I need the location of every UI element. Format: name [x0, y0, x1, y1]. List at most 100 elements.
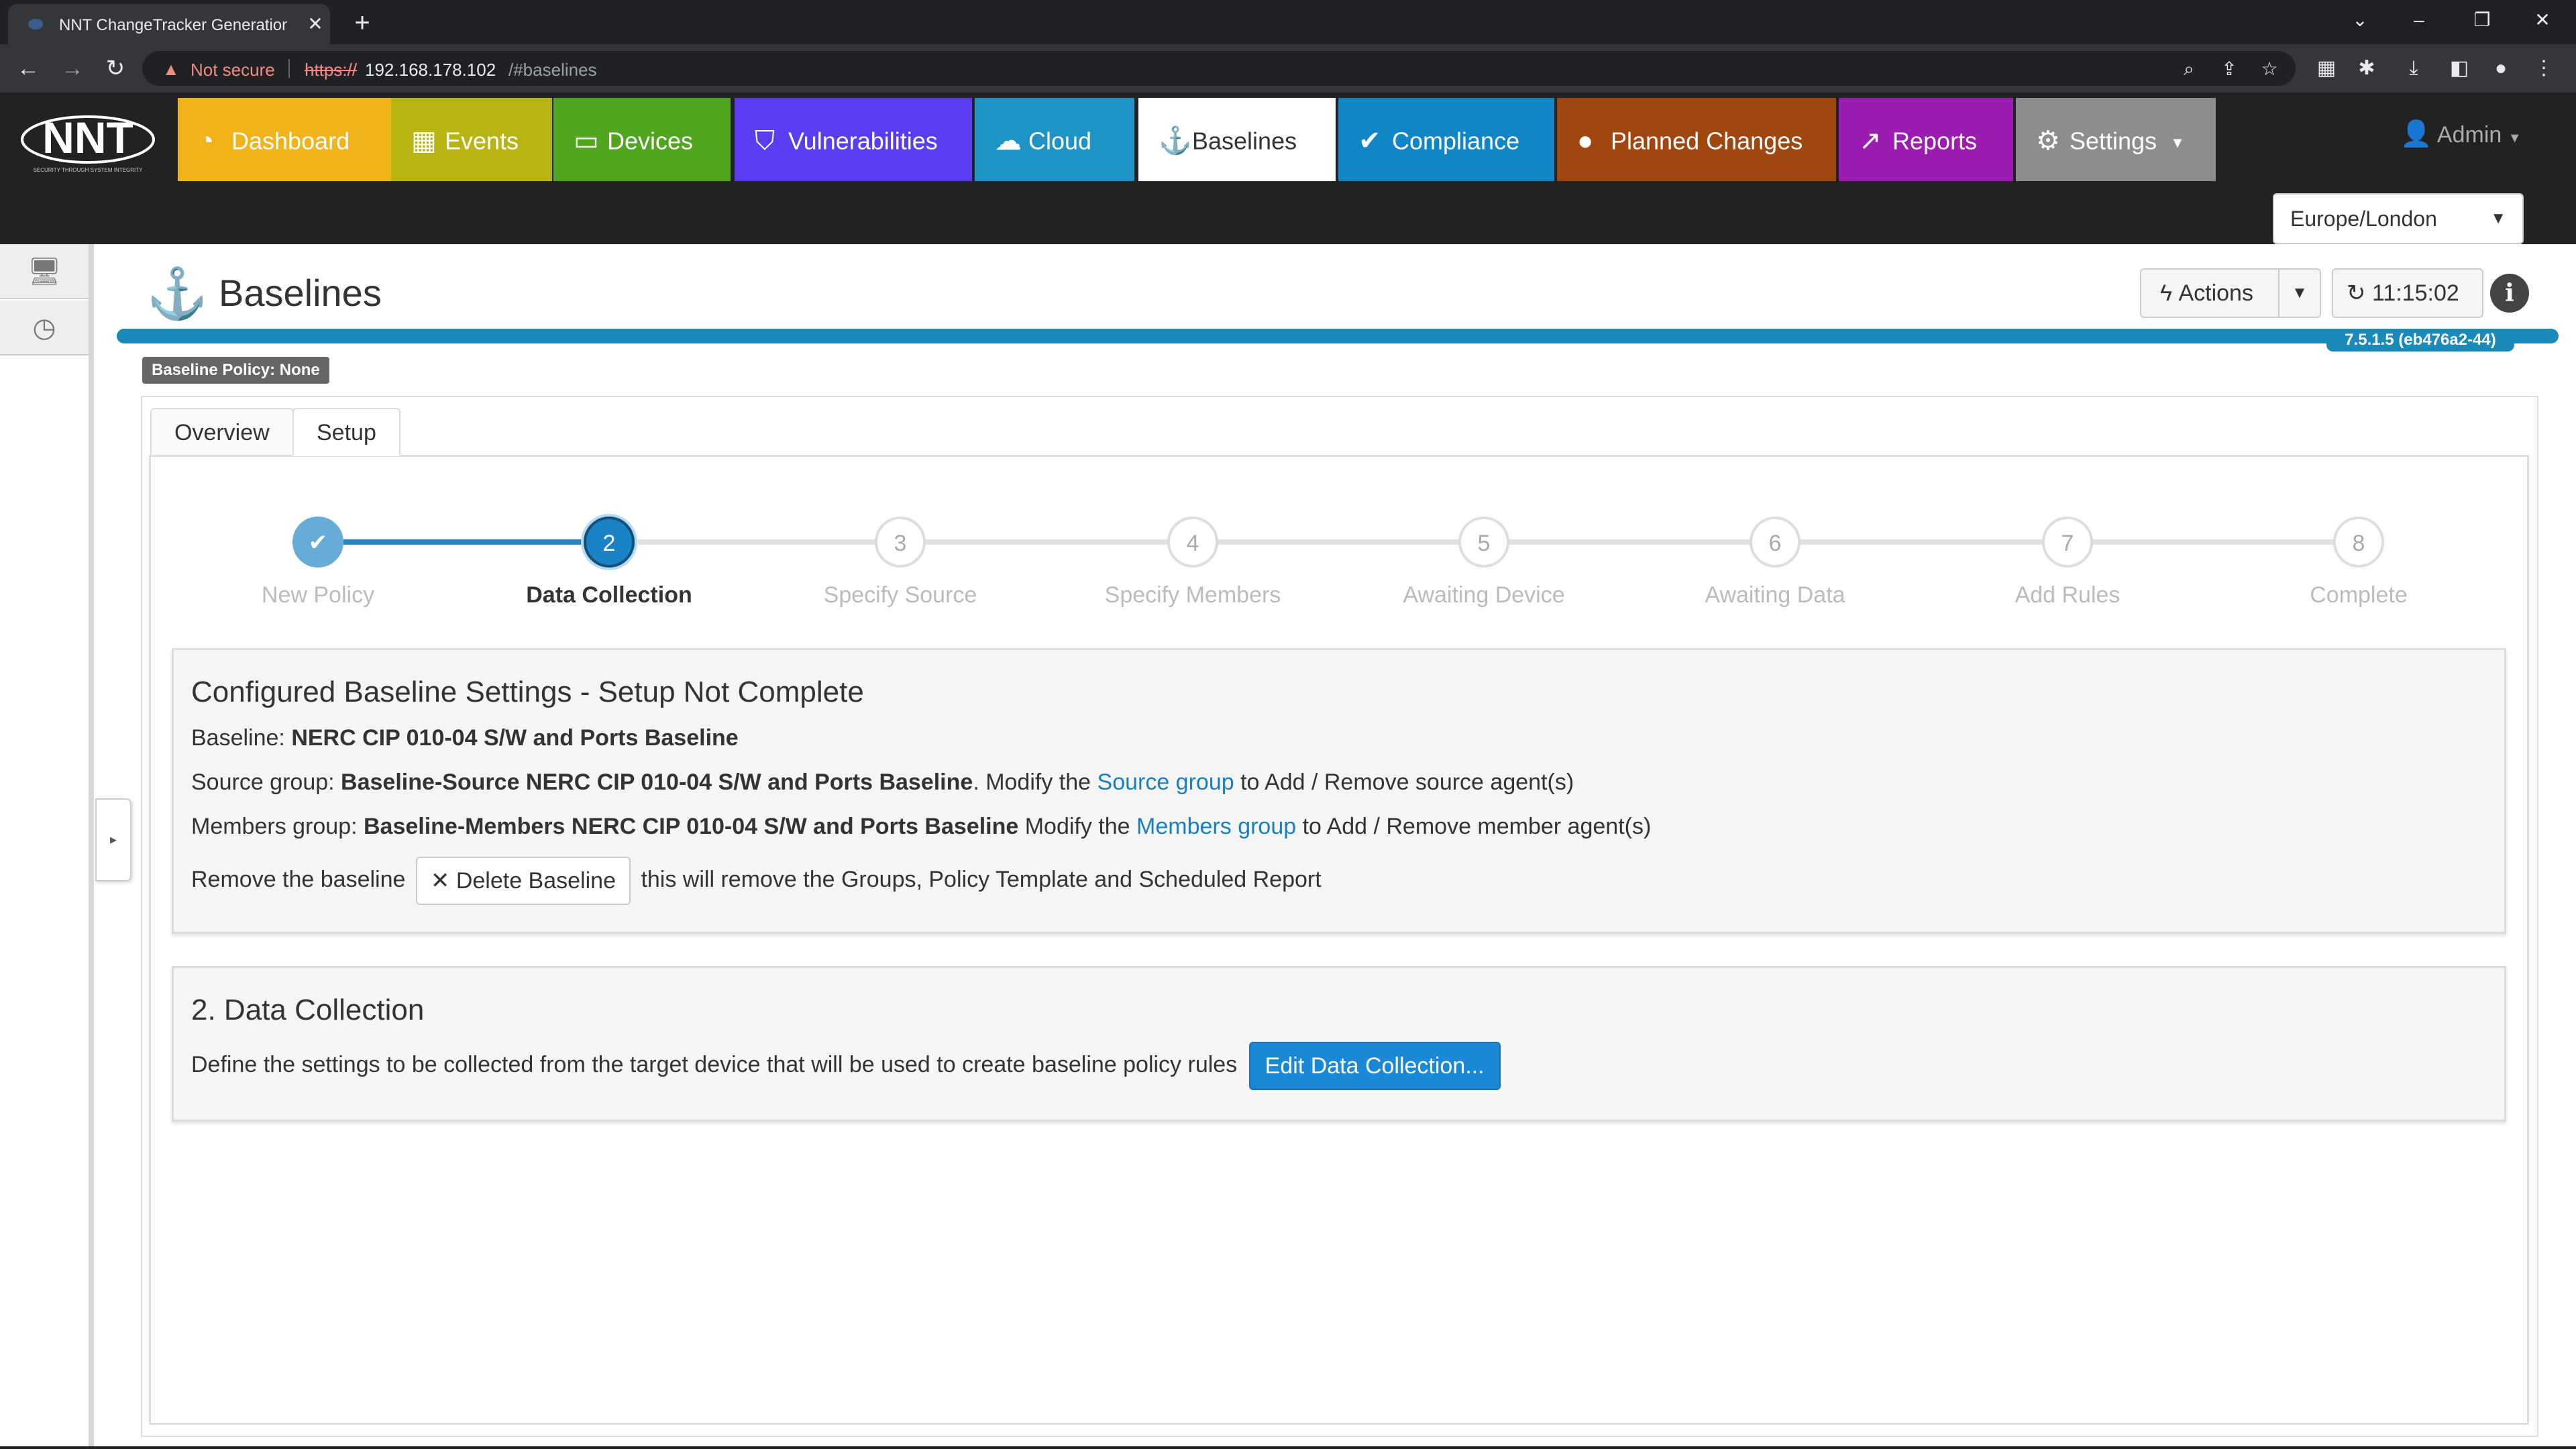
- nav-vulnerabilities[interactable]: ⛉ Vulnerabilities: [735, 98, 972, 181]
- nav-planned-changes[interactable]: ● Planned Changes: [1557, 98, 1836, 181]
- step-1-label: New Policy: [261, 582, 375, 608]
- gear-icon: ⚙: [2036, 126, 2060, 156]
- nav-dashboard[interactable]: ◔ Dashboard: [178, 98, 391, 181]
- security-status[interactable]: Not secure: [191, 60, 275, 80]
- forward-icon[interactable]: →: [58, 54, 87, 83]
- source-tail-text: to Add / Remove source agent(s): [1240, 769, 1574, 795]
- nav-compliance[interactable]: ✔ Compliance: [1338, 98, 1554, 181]
- nav-baselines[interactable]: ⚓Baselines: [1138, 98, 1336, 181]
- nav-events[interactable]: ▦ Events: [391, 98, 552, 181]
- profile-icon[interactable]: ●: [2486, 54, 2516, 83]
- shield-icon: ⛉: [755, 126, 775, 156]
- caret-down-icon: ▼: [2292, 284, 2308, 302]
- restore-icon[interactable]: ❐: [2462, 7, 2502, 34]
- clock-icon: ◷: [32, 313, 56, 343]
- qr-code-icon[interactable]: ▦: [2312, 54, 2341, 83]
- settings-card-title: Configured Baseline Settings - Setup Not…: [191, 676, 864, 708]
- side-panel-icon[interactable]: ◧: [2445, 54, 2474, 83]
- refresh-button[interactable]: ↻ 11:15:02: [2332, 268, 2483, 318]
- admin-menu[interactable]: 👤 Admin ▼: [2400, 119, 2522, 149]
- step-1-circle[interactable]: ✔: [292, 517, 343, 568]
- nav-devices[interactable]: ▭ Devices: [553, 98, 731, 181]
- remove-baseline-row: Remove the baseline ✕ Delete Baseline th…: [191, 857, 1322, 905]
- refresh-icon: ↻: [2347, 280, 2366, 306]
- extensions-icon[interactable]: ✱: [2352, 54, 2381, 83]
- chart-icon: ↗: [1859, 126, 1882, 156]
- step-4-circle[interactable]: 4: [1167, 517, 1218, 568]
- baseline-settings-card: Configured Baseline Settings - Setup Not…: [172, 648, 2506, 934]
- step-5-circle[interactable]: 5: [1458, 517, 1509, 568]
- nnt-logo[interactable]: NNT SECURITY THROUGH SYSTEM INTEGRITY: [17, 107, 158, 174]
- chevron-down-icon: ▼: [2170, 134, 2185, 151]
- baseline-policy-badge: Baseline Policy: None: [142, 357, 329, 384]
- anchor-icon: ⚓: [1159, 126, 1192, 156]
- chevron-down-icon: ▼: [2508, 131, 2522, 146]
- members-group-row: Members group: Baseline-Members NERC CIP…: [191, 814, 1651, 840]
- url-path: /#baselines: [508, 60, 597, 80]
- speech-bubble-icon: ●: [1577, 126, 1594, 156]
- baseline-name: NERC CIP 010-04 S/W and Ports Baseline: [291, 725, 739, 751]
- tab-close-button[interactable]: ✕: [303, 12, 327, 36]
- anchor-icon: ⚓: [146, 266, 209, 321]
- step-6-circle[interactable]: 6: [1750, 517, 1801, 568]
- monitor-icon: ▭: [574, 126, 599, 156]
- source-group-link[interactable]: Source group: [1097, 769, 1234, 795]
- step-7-circle[interactable]: 7: [2042, 517, 2093, 568]
- delete-baseline-button[interactable]: ✕ Delete Baseline: [415, 857, 631, 905]
- members-group-label: Members group:: [191, 814, 358, 839]
- sidebar-toggle[interactable]: ▸: [95, 798, 131, 881]
- download-icon[interactable]: ⤓: [2399, 54, 2428, 83]
- menu-kebab-icon[interactable]: ⋮: [2529, 54, 2559, 83]
- step-8-label: Complete: [2310, 582, 2408, 608]
- timezone-select[interactable]: Europe/London ▼: [2273, 193, 2524, 244]
- history-rail-button[interactable]: ◷: [0, 301, 89, 356]
- browser-tab[interactable]: NNT ChangeTracker Generation ✕: [8, 4, 330, 44]
- check-icon: ✔: [1358, 126, 1381, 156]
- new-tab-button[interactable]: +: [347, 8, 377, 38]
- nav-cloud[interactable]: ☁ Cloud: [975, 98, 1134, 181]
- share-icon[interactable]: ⇪: [2218, 58, 2241, 80]
- zoom-icon[interactable]: ⌕: [2178, 58, 2200, 80]
- bookmark-star-icon[interactable]: ☆: [2258, 58, 2281, 80]
- user-icon: 👤: [2400, 120, 2432, 148]
- browser-tab-bar: NNT ChangeTracker Generation ✕ + ⌄ – ❐ ✕: [0, 0, 2576, 44]
- source-group-name: Baseline-Source NERC CIP 010-04 S/W and …: [341, 769, 973, 795]
- source-group-row: Source group: Baseline-Source NERC CIP 0…: [191, 769, 1574, 796]
- step-7-label: Add Rules: [2015, 582, 2121, 608]
- nav-reports[interactable]: ↗ Reports: [1839, 98, 2013, 181]
- data-collection-row: Define the settings to be collected from…: [191, 1042, 1501, 1090]
- step-8-circle[interactable]: 8: [2333, 517, 2384, 568]
- page-header-rule: [117, 329, 2559, 343]
- back-icon[interactable]: ←: [13, 54, 43, 83]
- devices-rail-button[interactable]: 🖥: [0, 244, 89, 299]
- favicon-icon: [28, 19, 43, 30]
- close-icon: ✕: [430, 868, 450, 894]
- members-group-link[interactable]: Members group: [1136, 814, 1296, 839]
- source-group-label: Source group:: [191, 769, 335, 795]
- tab-overview[interactable]: Overview: [150, 408, 294, 456]
- address-bar[interactable]: ▲ Not secure https:// 192.168.178.102 /#…: [142, 51, 2296, 86]
- minimize-icon[interactable]: –: [2399, 7, 2439, 34]
- step-4-label: Specify Members: [1104, 582, 1281, 608]
- tab-search-icon[interactable]: ⌄: [2340, 7, 2380, 34]
- check-icon: ✔: [308, 530, 328, 555]
- reload-icon[interactable]: ↻: [101, 54, 130, 83]
- step-3-label: Specify Source: [823, 582, 977, 608]
- baseline-row: Baseline: NERC CIP 010-04 S/W and Ports …: [191, 725, 739, 751]
- step-3-circle[interactable]: 3: [875, 517, 926, 568]
- edit-data-collection-button[interactable]: Edit Data Collection...: [1248, 1042, 1501, 1090]
- baseline-label: Baseline:: [191, 725, 285, 751]
- info-icon[interactable]: i: [2490, 274, 2529, 313]
- refresh-time: 11:15:02: [2371, 280, 2459, 306]
- step-5-label: Awaiting Device: [1403, 582, 1565, 608]
- remove-prefix-text: Remove the baseline: [191, 866, 406, 892]
- source-modify-text: . Modify the: [973, 769, 1091, 795]
- app-header: NNT SECURITY THROUGH SYSTEM INTEGRITY ◔ D…: [0, 93, 2576, 244]
- step-2-circle[interactable]: 2: [584, 517, 635, 568]
- close-window-icon[interactable]: ✕: [2522, 7, 2563, 34]
- tab-setup[interactable]: Setup: [292, 408, 400, 456]
- warning-icon: ▲: [162, 59, 180, 79]
- nav-settings[interactable]: ⚙ Settings ▼: [2016, 98, 2216, 181]
- actions-button[interactable]: ϟ Actions: [2140, 268, 2279, 318]
- actions-dropdown-toggle[interactable]: ▼: [2278, 268, 2321, 318]
